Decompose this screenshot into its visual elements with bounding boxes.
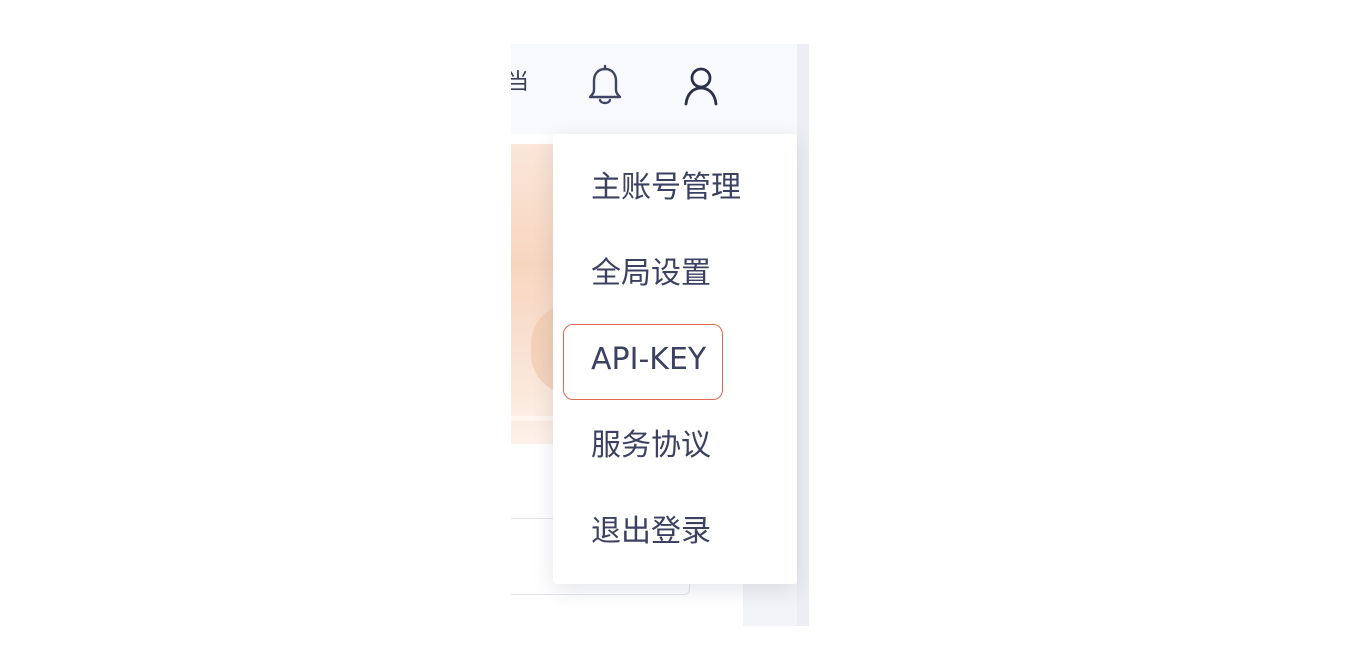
notifications-button[interactable] <box>583 64 627 108</box>
menu-item-global-settings[interactable]: 全局设置 <box>591 252 711 296</box>
menu-item-api-key[interactable]: API-KEY <box>591 338 706 382</box>
account-dropdown-menu: 主账号管理 全局设置 API-KEY 服务协议 退出登录 <box>553 134 797 584</box>
app-viewport: 当 主账号管理 全局设置 API-KEY 服务协议 退出登录 <box>511 44 809 626</box>
page-scroll-edge <box>797 44 809 626</box>
nav-item-text-fragment[interactable]: 当 <box>511 72 529 94</box>
screenshot-stage: 当 主账号管理 全局设置 API-KEY 服务协议 退出登录 <box>0 0 1352 660</box>
user-icon <box>684 67 718 106</box>
menu-item-logout[interactable]: 退出登录 <box>591 510 711 554</box>
top-navigation-bar: 当 <box>511 44 797 134</box>
account-menu-button[interactable] <box>679 64 723 108</box>
menu-item-main-account-management[interactable]: 主账号管理 <box>591 166 741 210</box>
menu-item-service-agreement[interactable]: 服务协议 <box>591 424 711 468</box>
background-panel-edge <box>743 584 797 626</box>
bell-icon <box>588 64 622 105</box>
